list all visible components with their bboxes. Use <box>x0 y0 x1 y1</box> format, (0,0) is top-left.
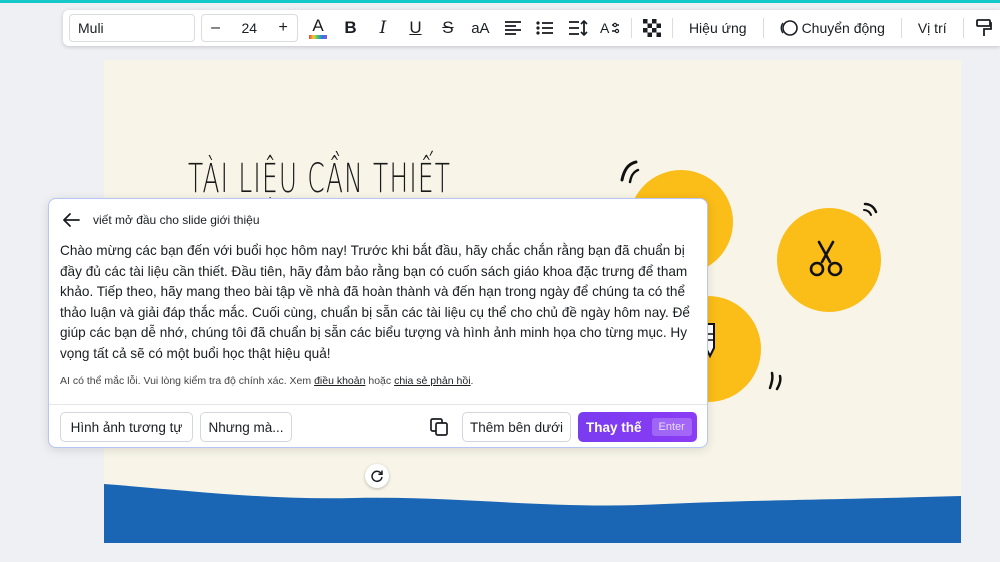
sparkle-mark-icon <box>768 371 782 391</box>
ai-disclaimer: AI có thể mắc lỗi. Vui lòng kiểm tra độ … <box>60 375 473 387</box>
ai-panel-actions: Hình ảnh tương tự Nhưng mà... Thêm bên d… <box>60 412 697 442</box>
paint-roller-icon <box>975 19 992 36</box>
toolbar-divider <box>630 18 632 38</box>
letter-case-button[interactable]: aA <box>464 10 496 46</box>
animate-label: Chuyển động <box>801 20 885 36</box>
top-accent-bar <box>0 0 1000 3</box>
font-size-value[interactable]: 24 <box>241 20 257 36</box>
animate-button[interactable]: Chuyển động <box>768 19 897 37</box>
animate-icon <box>780 20 798 36</box>
rotate-handle[interactable] <box>365 464 389 488</box>
text-color-button[interactable]: A <box>302 10 334 46</box>
line-spacing-button[interactable] <box>562 10 594 46</box>
transparency-icon <box>642 19 661 37</box>
insert-below-button[interactable]: Thêm bên dưới <box>462 412 571 442</box>
color-swatch-bar <box>309 34 328 39</box>
but-rewrite-button[interactable]: Nhưng mà... <box>200 412 292 442</box>
disclaimer-suffix: . <box>470 375 474 387</box>
replace-button[interactable]: Thay thế Enter <box>578 412 697 442</box>
disclaimer-prefix: AI có thể mắc lỗi. Vui lòng kiểm tra độ … <box>60 375 315 387</box>
feedback-link[interactable]: chia sẻ phản hồi <box>394 375 470 387</box>
ai-prompt-text: viết mở đầu cho slide giới thiệu <box>93 213 260 227</box>
position-button[interactable]: Vị trí <box>906 20 959 36</box>
replace-label: Thay thế <box>586 419 642 435</box>
sparkle-mark-icon <box>620 160 640 184</box>
ai-panel-header: viết mở đầu cho slide giới thiệu <box>61 211 260 229</box>
rotate-icon <box>371 470 383 483</box>
terms-link[interactable]: điều khoản <box>314 375 365 387</box>
font-size-stepper[interactable]: – 24 + <box>201 14 298 42</box>
ai-write-panel: viết mở đầu cho slide giới thiệu Chào mừ… <box>48 198 708 448</box>
similar-images-button[interactable]: Hình ảnh tương tự <box>60 412 193 442</box>
increase-font-size-button[interactable]: + <box>278 19 287 37</box>
underline-button[interactable]: U <box>399 10 431 46</box>
ai-panel-divider <box>49 404 707 405</box>
disclaimer-middle: hoặc <box>365 375 395 387</box>
ai-generated-text: Chào mừng các bạn đến với buổi học hôm n… <box>60 243 690 361</box>
slide-title[interactable]: TÀI LIỆU CẦN THIẾT <box>188 156 451 202</box>
sparkle-mark-icon <box>863 202 878 216</box>
italic-button[interactable]: I <box>367 10 399 46</box>
align-left-button[interactable] <box>497 10 529 46</box>
decrease-font-size-button[interactable]: – <box>211 19 220 37</box>
copy-style-button[interactable] <box>968 10 1000 46</box>
text-settings-icon: A <box>600 20 620 36</box>
scissors-icon <box>809 240 843 277</box>
enter-shortcut-badge: Enter <box>651 418 692 436</box>
bold-button[interactable]: B <box>334 10 366 46</box>
blue-wave-shape[interactable] <box>104 470 961 543</box>
line-spacing-icon <box>568 20 588 36</box>
back-arrow-icon[interactable] <box>61 211 81 229</box>
strikethrough-button[interactable]: S <box>432 10 464 46</box>
font-family-dropdown[interactable]: Muli <box>69 14 196 42</box>
toolbar-divider <box>900 18 902 38</box>
effects-button[interactable]: Hiệu ứng <box>677 20 759 36</box>
transparency-button[interactable] <box>635 10 667 46</box>
bullet-list-icon <box>536 21 554 35</box>
copy-icon[interactable] <box>429 417 449 437</box>
toolbar-divider <box>962 18 964 38</box>
text-formatting-toolbar: Muli – 24 + A B I U S aA A Hiệu ứng Chuy… <box>63 10 1000 46</box>
svg-text:A: A <box>600 20 610 36</box>
toolbar-divider <box>762 18 764 38</box>
text-color-icon: A <box>312 15 324 35</box>
bullet-list-button[interactable] <box>529 10 561 46</box>
align-left-icon <box>504 21 521 35</box>
toolbar-divider <box>671 18 673 38</box>
text-style-settings-button[interactable]: A <box>594 10 626 46</box>
